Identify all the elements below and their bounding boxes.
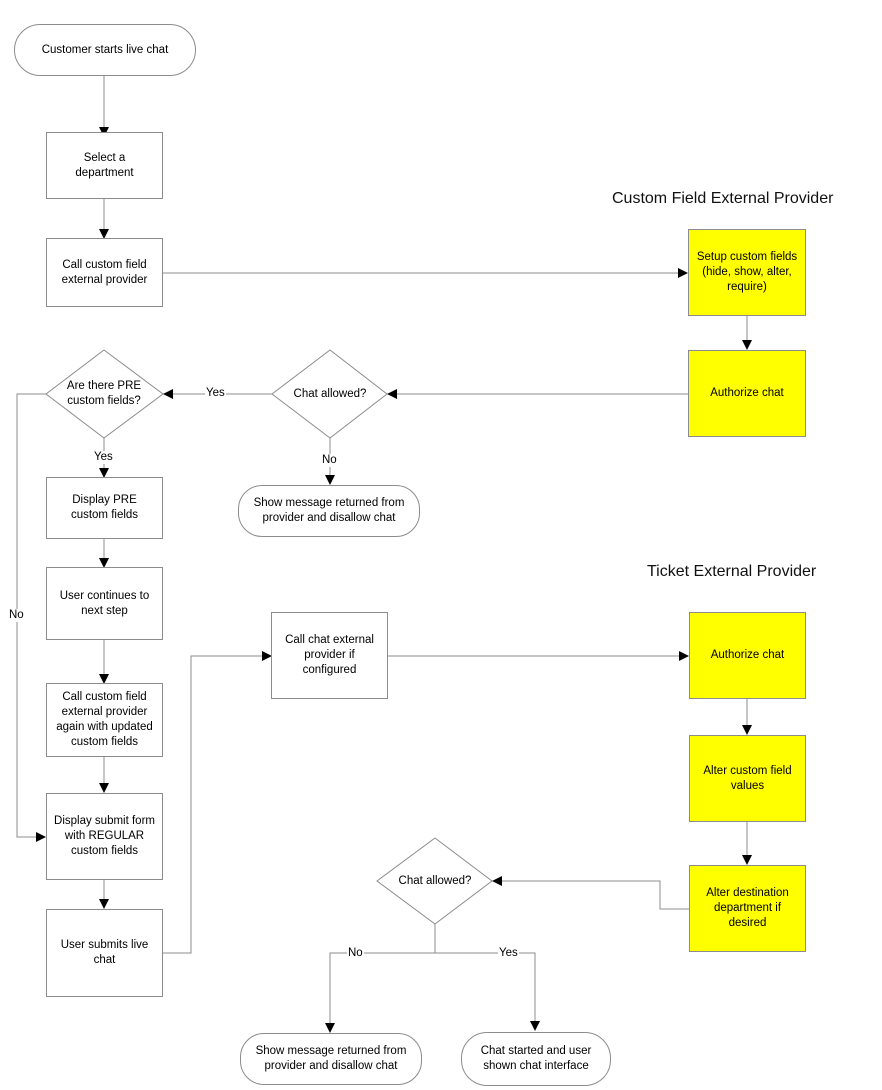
lane-title-custom-field-provider: Custom Field External Provider bbox=[612, 190, 834, 207]
provider-setup-custom-fields: Setup custom fields (hide, show, alter, … bbox=[688, 229, 806, 316]
alter-fields-label: Alter custom field values bbox=[703, 764, 792, 792]
edge-label-no-2: No bbox=[347, 947, 364, 960]
process-display-submit-form: Display submit form with REGULAR custom … bbox=[46, 793, 163, 880]
cf-authorize-label: Authorize chat bbox=[710, 387, 784, 399]
terminator-disallow-1: Show message returned from provider and … bbox=[238, 485, 420, 537]
edge-label-pre-yes: Yes bbox=[93, 451, 114, 464]
decision-pre-fields: Are there PRE custom fields? bbox=[56, 377, 152, 411]
edge-allowed2-yes bbox=[435, 952, 540, 1031]
start-label: Customer starts live chat bbox=[41, 43, 169, 56]
provider-alter-custom-fields: Alter custom field values bbox=[689, 735, 806, 822]
chat-allowed-1-label: Chat allowed? bbox=[293, 387, 367, 400]
lane-title-ticket-provider: Ticket External Provider bbox=[647, 563, 817, 580]
user-submits-label: User submits live chat bbox=[60, 939, 149, 966]
start-terminator: Customer starts live chat bbox=[14, 24, 196, 76]
tk-authorize-label: Authorize chat bbox=[710, 649, 785, 661]
edge-label-no-1: No bbox=[321, 454, 338, 467]
edge-label-yes-1: Yes bbox=[205, 387, 226, 400]
process-display-pre: Display PRE custom fields bbox=[46, 477, 163, 539]
edge-label-yes-2: Yes bbox=[498, 947, 519, 960]
select-department-label: Select a department bbox=[75, 151, 134, 179]
edge-alterdept-allowed2 bbox=[492, 876, 689, 910]
setup-fields-label: Setup custom fields (hide, show, alter, … bbox=[696, 251, 798, 293]
call-chat-provider-label: Call chat external provider if configure… bbox=[285, 634, 374, 676]
alter-dept-label: Alter destination department if desired bbox=[706, 887, 789, 929]
chat-started-label: Chat started and user shown chat interfa… bbox=[480, 1045, 592, 1072]
process-call-custom-field-again: Call custom field external provider agai… bbox=[46, 683, 163, 757]
pre-fields-label: Are there PRE custom fields? bbox=[66, 380, 142, 407]
call-custom-field-label: Call custom field external provider bbox=[61, 258, 148, 286]
process-call-custom-field: Call custom field external provider bbox=[46, 238, 163, 307]
edge-allowed2-no bbox=[325, 952, 435, 1033]
terminator-chat-started: Chat started and user shown chat interfa… bbox=[461, 1032, 611, 1086]
terminator-disallow-2: Show message returned from provider and … bbox=[240, 1033, 422, 1085]
call-again-label: Call custom field external provider agai… bbox=[56, 691, 153, 748]
provider-alter-destination: Alter destination department if desired bbox=[689, 865, 806, 952]
decision-chat-allowed-2: Chat allowed? bbox=[387, 873, 483, 889]
edge-label-pre-no: No bbox=[8, 609, 25, 622]
disallow-1-label: Show message returned from provider and … bbox=[253, 497, 405, 524]
user-continues-label: User continues to next step bbox=[59, 589, 150, 617]
process-call-chat-provider: Call chat external provider if configure… bbox=[271, 612, 388, 699]
provider-cf-authorize-chat: Authorize chat bbox=[688, 350, 806, 437]
process-user-continues: User continues to next step bbox=[46, 567, 163, 640]
edge-submits-callchat bbox=[163, 651, 272, 954]
provider-tk-authorize-chat: Authorize chat bbox=[689, 612, 806, 699]
display-submit-label: Display submit form with REGULAR custom … bbox=[54, 815, 155, 857]
decision-chat-allowed-1: Chat allowed? bbox=[282, 386, 378, 402]
process-select-department: Select a department bbox=[46, 132, 163, 199]
disallow-2-label: Show message returned from provider and … bbox=[255, 1045, 407, 1072]
chat-allowed-2-label: Chat allowed? bbox=[398, 874, 472, 887]
display-pre-label: Display PRE custom fields bbox=[70, 494, 139, 521]
process-user-submits: User submits live chat bbox=[46, 909, 163, 997]
